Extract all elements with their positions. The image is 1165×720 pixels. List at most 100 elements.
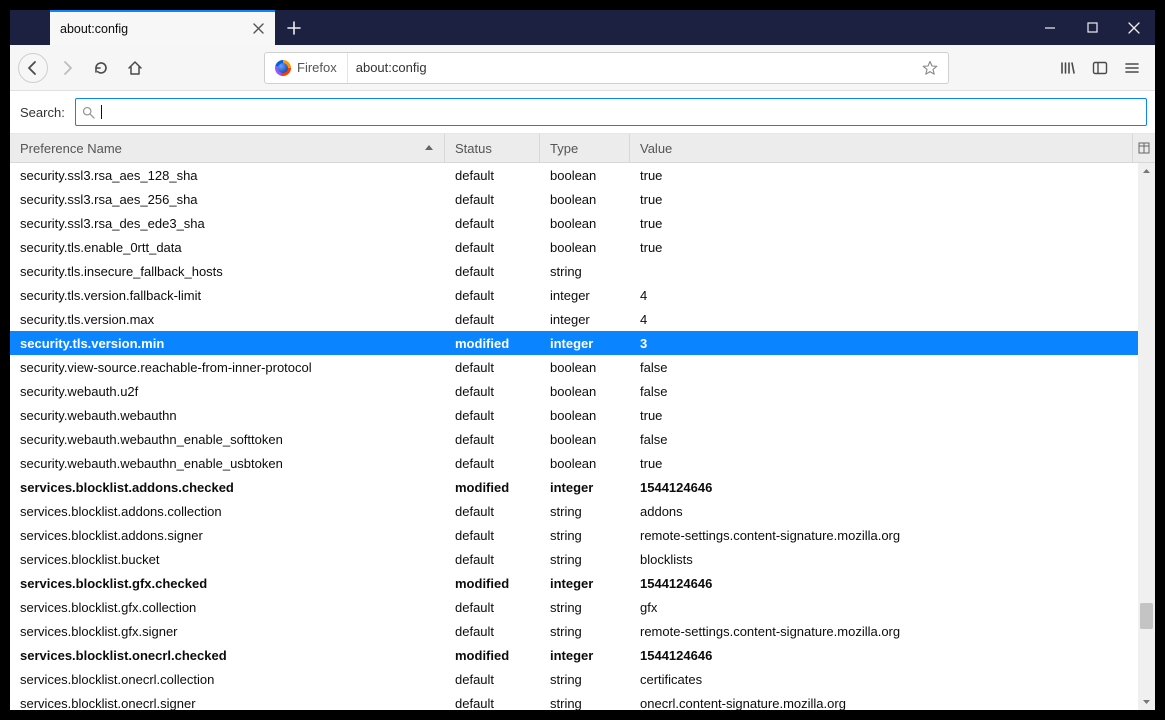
pref-type: integer bbox=[540, 288, 630, 303]
sidebar-button[interactable] bbox=[1085, 53, 1115, 83]
pref-status: default bbox=[445, 216, 540, 231]
pref-row[interactable]: security.webauth.webauthn_enable_softtok… bbox=[10, 427, 1138, 451]
pref-type: string bbox=[540, 264, 630, 279]
pref-status: default bbox=[445, 624, 540, 639]
search-icon bbox=[82, 106, 95, 119]
nav-toolbar: Firefox about:config bbox=[10, 45, 1155, 91]
pref-row[interactable]: security.tls.enable_0rtt_datadefaultbool… bbox=[10, 235, 1138, 259]
pref-status: default bbox=[445, 312, 540, 327]
pref-type: integer bbox=[540, 480, 630, 495]
pref-status: default bbox=[445, 504, 540, 519]
url-text[interactable]: about:config bbox=[348, 60, 912, 75]
pref-row[interactable]: services.blocklist.onecrl.collectiondefa… bbox=[10, 667, 1138, 691]
pref-row[interactable]: security.webauth.webauthndefaultbooleant… bbox=[10, 403, 1138, 427]
pref-type: string bbox=[540, 552, 630, 567]
bookmark-star-button[interactable] bbox=[912, 60, 948, 76]
pref-status: default bbox=[445, 360, 540, 375]
pref-type: boolean bbox=[540, 360, 630, 375]
scroll-down-button[interactable] bbox=[1138, 693, 1155, 710]
pref-name: security.tls.version.min bbox=[10, 336, 445, 351]
pref-name: services.blocklist.gfx.checked bbox=[10, 576, 445, 591]
sort-ascending-icon bbox=[424, 143, 434, 153]
browser-window: about:config bbox=[10, 10, 1155, 710]
pref-name: services.blocklist.onecrl.signer bbox=[10, 696, 445, 711]
pref-name: services.blocklist.gfx.collection bbox=[10, 600, 445, 615]
urlbar-container: Firefox about:config bbox=[264, 52, 949, 84]
pref-row[interactable]: security.tls.version.minmodifiedinteger3 bbox=[10, 331, 1138, 355]
pref-row[interactable]: security.tls.insecure_fallback_hostsdefa… bbox=[10, 259, 1138, 283]
pref-row[interactable]: services.blocklist.gfx.signerdefaultstri… bbox=[10, 619, 1138, 643]
pref-value: remote-settings.content-signature.mozill… bbox=[630, 624, 1138, 639]
column-header-name[interactable]: Preference Name bbox=[10, 134, 445, 162]
library-button[interactable] bbox=[1053, 53, 1083, 83]
pref-value: 1544124646 bbox=[630, 576, 1138, 591]
pref-row[interactable]: services.blocklist.addons.signerdefaults… bbox=[10, 523, 1138, 547]
column-picker-button[interactable] bbox=[1133, 142, 1155, 154]
pref-row[interactable]: services.blocklist.addons.collectiondefa… bbox=[10, 499, 1138, 523]
close-window-button[interactable] bbox=[1113, 11, 1155, 44]
pref-row[interactable]: security.view-source.reachable-from-inne… bbox=[10, 355, 1138, 379]
new-tab-button[interactable] bbox=[279, 10, 309, 45]
home-button[interactable] bbox=[120, 53, 150, 83]
pref-type: string bbox=[540, 528, 630, 543]
pref-status: modified bbox=[445, 648, 540, 663]
pref-row[interactable]: security.tls.version.maxdefaultinteger4 bbox=[10, 307, 1138, 331]
pref-value: 1544124646 bbox=[630, 480, 1138, 495]
pref-type: boolean bbox=[540, 192, 630, 207]
pref-type: boolean bbox=[540, 240, 630, 255]
pref-type: string bbox=[540, 696, 630, 711]
pref-type: integer bbox=[540, 336, 630, 351]
pref-name: security.ssl3.rsa_des_ede3_sha bbox=[10, 216, 445, 231]
scroll-thumb[interactable] bbox=[1140, 603, 1153, 629]
pref-row[interactable]: services.blocklist.onecrl.checkedmodifie… bbox=[10, 643, 1138, 667]
column-header-status[interactable]: Status bbox=[445, 134, 540, 162]
pref-value: 1544124646 bbox=[630, 648, 1138, 663]
pref-type: boolean bbox=[540, 432, 630, 447]
back-button[interactable] bbox=[18, 53, 48, 83]
browser-tab[interactable]: about:config bbox=[50, 10, 275, 45]
pref-row[interactable]: services.blocklist.onecrl.signerdefaults… bbox=[10, 691, 1138, 710]
app-menu-button[interactable] bbox=[1117, 53, 1147, 83]
pref-row[interactable]: services.blocklist.gfx.checkedmodifiedin… bbox=[10, 571, 1138, 595]
reload-button[interactable] bbox=[86, 53, 116, 83]
minimize-button[interactable] bbox=[1029, 11, 1071, 44]
pref-name: security.ssl3.rsa_aes_128_sha bbox=[10, 168, 445, 183]
pref-name: security.ssl3.rsa_aes_256_sha bbox=[10, 192, 445, 207]
pref-status: default bbox=[445, 696, 540, 711]
tab-close-button[interactable] bbox=[251, 22, 265, 36]
pref-name: security.webauth.webauthn_enable_softtok… bbox=[10, 432, 445, 447]
forward-button[interactable] bbox=[52, 53, 82, 83]
scroll-up-button[interactable] bbox=[1138, 163, 1155, 180]
pref-status: modified bbox=[445, 336, 540, 351]
column-header-value[interactable]: Value bbox=[630, 134, 1133, 162]
pref-name: security.tls.enable_0rtt_data bbox=[10, 240, 445, 255]
pref-row[interactable]: security.ssl3.rsa_aes_128_shadefaultbool… bbox=[10, 163, 1138, 187]
pref-row[interactable]: security.webauth.u2fdefaultbooleanfalse bbox=[10, 379, 1138, 403]
pref-status: default bbox=[445, 408, 540, 423]
scroll-track[interactable] bbox=[1138, 180, 1155, 693]
search-input[interactable] bbox=[75, 98, 1147, 126]
column-header-type[interactable]: Type bbox=[540, 134, 630, 162]
pref-row[interactable]: security.ssl3.rsa_des_ede3_shadefaultboo… bbox=[10, 211, 1138, 235]
pref-row[interactable]: security.tls.version.fallback-limitdefau… bbox=[10, 283, 1138, 307]
pref-row[interactable]: services.blocklist.bucketdefaultstringbl… bbox=[10, 547, 1138, 571]
pref-row[interactable]: services.blocklist.gfx.collectiondefault… bbox=[10, 595, 1138, 619]
pref-value: true bbox=[630, 192, 1138, 207]
pref-row[interactable]: services.blocklist.addons.checkedmodifie… bbox=[10, 475, 1138, 499]
pref-status: default bbox=[445, 456, 540, 471]
pref-row[interactable]: security.ssl3.rsa_aes_256_shadefaultbool… bbox=[10, 187, 1138, 211]
pref-status: modified bbox=[445, 480, 540, 495]
identity-box[interactable]: Firefox bbox=[265, 53, 348, 83]
urlbar[interactable]: Firefox about:config bbox=[264, 52, 949, 84]
pref-status: default bbox=[445, 432, 540, 447]
pref-status: default bbox=[445, 528, 540, 543]
maximize-button[interactable] bbox=[1071, 11, 1113, 44]
text-caret bbox=[101, 105, 102, 119]
pref-row[interactable]: security.webauth.webauthn_enable_usbtoke… bbox=[10, 451, 1138, 475]
vertical-scrollbar[interactable] bbox=[1138, 163, 1155, 710]
titlebar: about:config bbox=[10, 10, 1155, 45]
pref-value: certificates bbox=[630, 672, 1138, 687]
pref-type: boolean bbox=[540, 384, 630, 399]
pref-type: boolean bbox=[540, 216, 630, 231]
pref-status: default bbox=[445, 192, 540, 207]
